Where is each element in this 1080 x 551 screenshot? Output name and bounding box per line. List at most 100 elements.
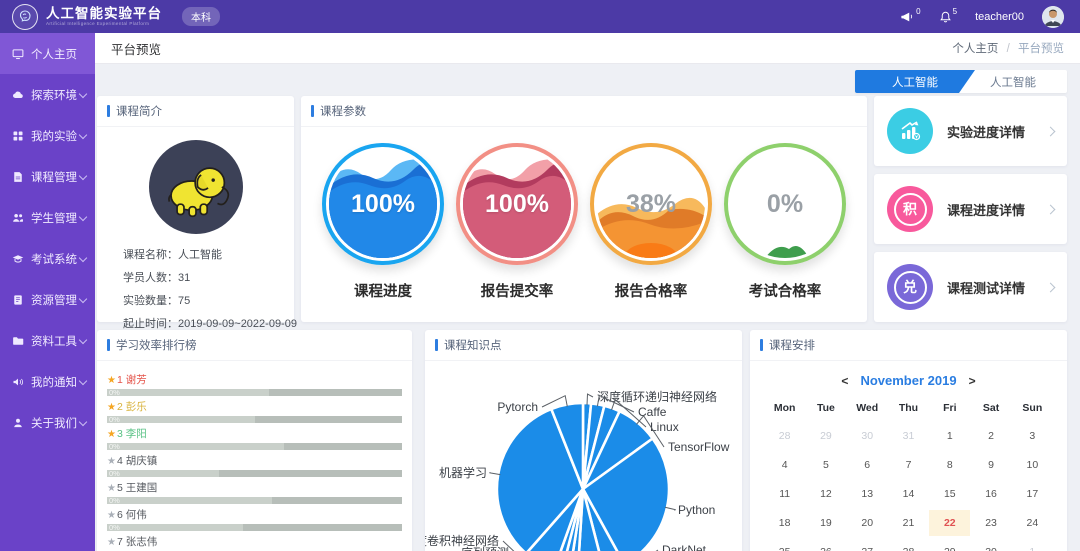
calendar-day[interactable]: 3 bbox=[1012, 423, 1053, 449]
tab-ai-active[interactable]: 人工智能 bbox=[855, 70, 975, 93]
course-progress-card[interactable]: 积 课程进度详情 bbox=[874, 174, 1067, 244]
announcement-icon[interactable]: 0 bbox=[900, 10, 920, 24]
calendar-day[interactable]: 1 bbox=[929, 423, 970, 449]
calendar-day[interactable]: 10 bbox=[1012, 452, 1053, 478]
sidebar-item-label: 探索环境 bbox=[31, 87, 77, 103]
calendar-day-header: Wed bbox=[847, 396, 888, 420]
ranking-bar-fill bbox=[107, 470, 219, 477]
calendar-day[interactable]: 5 bbox=[805, 452, 846, 478]
star-icon: ★ bbox=[107, 456, 116, 467]
app-subtitle: Artificial Intelligence Experimental Pla… bbox=[46, 22, 162, 27]
course-test-card[interactable]: 兑 课程测试详情 bbox=[874, 252, 1067, 322]
sidebar-item-student-manage[interactable]: 学生管理 bbox=[0, 197, 95, 238]
experiment-progress-card[interactable]: 实验进度详情 bbox=[874, 96, 1067, 166]
user-avatar[interactable] bbox=[1042, 6, 1064, 28]
page-titlebar: 平台预览 个人主页 / 平台预览 bbox=[95, 33, 1080, 64]
breadcrumb-parent[interactable]: 个人主页 bbox=[952, 43, 998, 55]
calendar-day[interactable]: 19 bbox=[805, 510, 846, 536]
sidebar-item-resource-manage[interactable]: 资源管理 bbox=[0, 279, 95, 320]
pie-slice-label: Pytorch bbox=[497, 400, 538, 414]
calendar-day[interactable]: 1 bbox=[1012, 539, 1053, 551]
calendar-next-button[interactable]: > bbox=[969, 374, 976, 388]
calendar-day[interactable]: 17 bbox=[1012, 481, 1053, 507]
material-tools-icon bbox=[11, 334, 24, 347]
calendar-day[interactable]: 27 bbox=[847, 539, 888, 551]
chevron-down-icon bbox=[79, 376, 87, 384]
star-icon: ★ bbox=[107, 402, 116, 413]
chevron-down-icon bbox=[79, 294, 87, 302]
app-logo[interactable]: 人工智能实验平台 Artificial Intelligence Experim… bbox=[0, 4, 220, 30]
calendar-day[interactable]: 12 bbox=[805, 481, 846, 507]
calendar-day[interactable]: 21 bbox=[888, 510, 929, 536]
sidebar-item-home[interactable]: 个人主页 bbox=[0, 33, 95, 74]
sidebar-item-explore[interactable]: 探索环境 bbox=[0, 74, 95, 115]
sidebar-item-about-us[interactable]: 关于我们 bbox=[0, 402, 95, 443]
calendar-day[interactable]: 30 bbox=[847, 423, 888, 449]
ranking-entry-name: ★3 李阳 bbox=[107, 426, 402, 441]
ranking-bar: 0% bbox=[107, 524, 402, 531]
about-us-icon bbox=[11, 416, 24, 429]
calendar-day-header: Thu bbox=[888, 396, 929, 420]
sidebar-item-exam-system[interactable]: 考试系统 bbox=[0, 238, 95, 279]
ranking-bar-fill bbox=[107, 497, 272, 504]
calendar-day[interactable]: 6 bbox=[847, 452, 888, 478]
calendar-day[interactable]: 26 bbox=[805, 539, 846, 551]
calendar-day[interactable]: 4 bbox=[764, 452, 805, 478]
home-icon bbox=[11, 47, 24, 60]
app-title: 人工智能实验平台 bbox=[46, 7, 162, 21]
brain-logo-icon bbox=[12, 4, 38, 30]
edu-level-badge: 本科 bbox=[182, 7, 220, 26]
chevron-down-icon bbox=[79, 130, 87, 138]
calendar-day-selected[interactable]: 22 bbox=[929, 510, 970, 536]
calendar-day[interactable]: 13 bbox=[847, 481, 888, 507]
calendar-day[interactable]: 30 bbox=[970, 539, 1011, 551]
tab-ai-inactive[interactable]: 人工智能 bbox=[959, 70, 1067, 93]
pie-slice-label: 深度卷积神经网络 bbox=[425, 533, 499, 548]
username[interactable]: teacher00 bbox=[975, 11, 1024, 23]
calendar-day[interactable]: 24 bbox=[1012, 510, 1053, 536]
calendar-day[interactable]: 7 bbox=[888, 452, 929, 478]
calendar-day[interactable]: 14 bbox=[888, 481, 929, 507]
calendar-day[interactable]: 9 bbox=[970, 452, 1011, 478]
calendar-day[interactable]: 15 bbox=[929, 481, 970, 507]
gauge-label: 考试合格率 bbox=[749, 280, 822, 301]
calendar-day[interactable]: 8 bbox=[929, 452, 970, 478]
bell-count: 5 bbox=[953, 7, 957, 16]
chevron-down-icon bbox=[79, 89, 87, 97]
calendar-day[interactable]: 31 bbox=[888, 423, 929, 449]
sidebar-item-material-tools[interactable]: 资料工具 bbox=[0, 320, 95, 361]
announcement-count: 0 bbox=[916, 7, 920, 16]
calendar-day[interactable]: 29 bbox=[805, 423, 846, 449]
course-field: 学员人数：31 bbox=[123, 267, 294, 290]
pie-slice-label: TensorFlow bbox=[668, 440, 730, 454]
chevron-down-icon bbox=[79, 253, 87, 261]
calendar-day[interactable]: 16 bbox=[970, 481, 1011, 507]
sidebar-item-course-manage[interactable]: 课程管理 bbox=[0, 156, 95, 197]
calendar-day[interactable]: 2 bbox=[970, 423, 1011, 449]
calendar-day-header: Sun bbox=[1012, 396, 1053, 420]
calendar-prev-button[interactable]: < bbox=[841, 374, 848, 388]
knowledge-points-title: 课程知识点 bbox=[444, 337, 502, 353]
calendar-day[interactable]: 20 bbox=[847, 510, 888, 536]
calendar-day[interactable]: 28 bbox=[764, 423, 805, 449]
calendar-day[interactable]: 28 bbox=[888, 539, 929, 551]
sidebar-item-experiments[interactable]: 我的实验 bbox=[0, 115, 95, 156]
page-title: 平台预览 bbox=[111, 39, 161, 58]
calendar-day[interactable]: 18 bbox=[764, 510, 805, 536]
bell-icon[interactable]: 5 bbox=[939, 10, 957, 24]
sidebar-item-label: 资料工具 bbox=[31, 333, 77, 349]
calendar-day[interactable]: 23 bbox=[970, 510, 1011, 536]
experiment-progress-label: 实验进度详情 bbox=[947, 122, 1033, 141]
chevron-right-icon bbox=[1046, 282, 1056, 292]
ranking-bar: 0% bbox=[107, 470, 402, 477]
calendar-day[interactable]: 29 bbox=[929, 539, 970, 551]
ranking-bar-label: 0% bbox=[109, 524, 120, 531]
calendar-day[interactable]: 11 bbox=[764, 481, 805, 507]
gauge-label: 报告合格率 bbox=[615, 280, 688, 301]
calendar-day[interactable]: 25 bbox=[764, 539, 805, 551]
sidebar-item-notifications[interactable]: 我的通知 bbox=[0, 361, 95, 402]
card-accent bbox=[311, 105, 314, 117]
gauge-label: 报告提交率 bbox=[481, 280, 554, 301]
calendar-month-label[interactable]: November 2019 bbox=[860, 373, 956, 388]
ranking-bar-fill bbox=[107, 416, 255, 423]
